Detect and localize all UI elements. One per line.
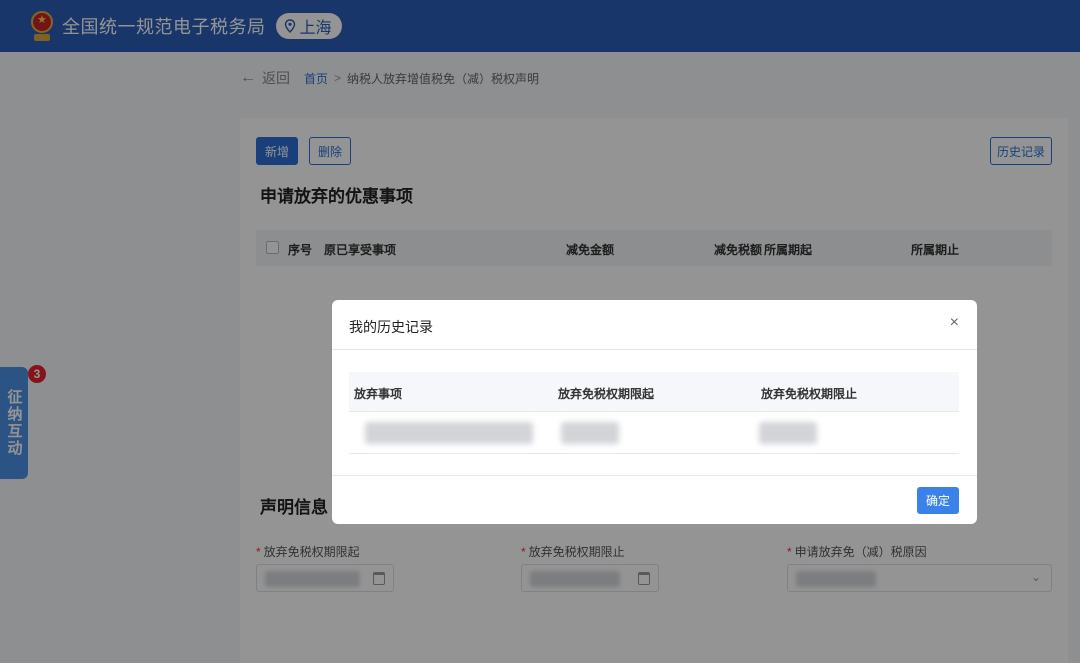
history-modal: 我的历史记录 × 放弃事项 放弃免税权期限起 放弃免税权期限止 确定 xyxy=(332,300,977,524)
modal-footer: 确定 xyxy=(332,475,977,524)
table-row[interactable] xyxy=(349,412,959,454)
col-waive-end: 放弃免税权期限止 xyxy=(761,387,858,401)
redacted-cell xyxy=(561,422,619,444)
confirm-button[interactable]: 确定 xyxy=(917,487,959,514)
modal-header: 我的历史记录 × xyxy=(332,300,977,350)
modal-title: 我的历史记录 xyxy=(349,319,433,335)
col-waived-item: 放弃事项 xyxy=(354,387,403,401)
close-icon[interactable]: × xyxy=(950,314,959,332)
col-waive-start: 放弃免税权期限起 xyxy=(558,387,655,401)
redacted-cell xyxy=(759,422,817,444)
redacted-cell xyxy=(365,422,533,444)
history-table-header: 放弃事项 放弃免税权期限起 放弃免税权期限止 xyxy=(349,372,959,412)
